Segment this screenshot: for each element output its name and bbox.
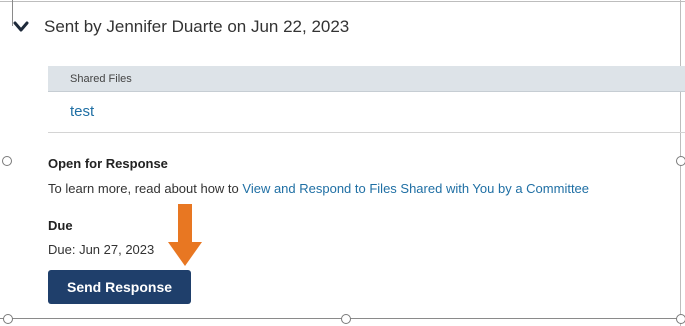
due-label: Due [48, 218, 73, 233]
due-date: Due: Jun 27, 2023 [48, 242, 155, 257]
frame-handle-left[interactable] [2, 156, 12, 166]
open-for-response-label: Open for Response [48, 156, 168, 171]
info-text: To learn more, read about how to View an… [48, 181, 589, 196]
arrow-down-icon [168, 204, 202, 266]
shared-files-header: Shared Files [48, 66, 685, 92]
submission-header: Sent by Jennifer Duarte on Jun 22, 2023 [8, 14, 349, 40]
help-link[interactable]: View and Respond to Files Shared with Yo… [242, 181, 589, 196]
header-title: Sent by Jennifer Duarte on Jun 22, 2023 [44, 17, 350, 36]
frame-handle-bottom-left[interactable] [3, 314, 13, 324]
frame-top-line [0, 1, 685, 2]
chevron-down-icon[interactable] [8, 14, 34, 40]
frame-handle-bottom-right[interactable] [676, 314, 685, 324]
frame-handle-right[interactable] [676, 156, 685, 166]
shared-file-link[interactable]: test [70, 103, 94, 120]
send-response-button[interactable]: Send Response [48, 270, 191, 304]
frame-handle-bottom-center[interactable] [341, 314, 351, 324]
info-prefix: To learn more, read about how to [48, 181, 243, 196]
divider [48, 132, 685, 133]
